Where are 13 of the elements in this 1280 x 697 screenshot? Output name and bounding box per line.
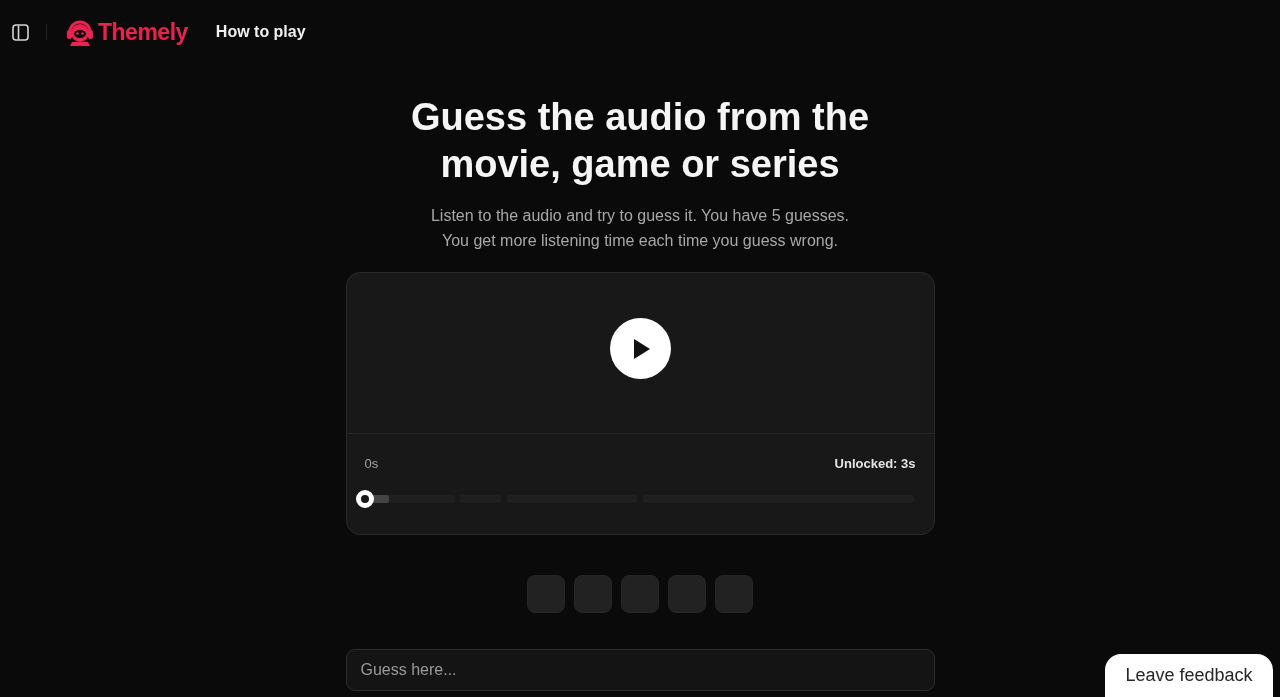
page-heading: Guess the audio from the movie, game or series bbox=[410, 95, 870, 187]
instructions-text: Listen to the audio and try to guess it. You have 5 guesses. You get more listening time each time you guess wrong. bbox=[430, 206, 850, 251]
unlocked-time: Unlocked: 3s bbox=[834, 456, 916, 471]
guess-input-field[interactable]: Guess here... bbox=[345, 649, 935, 691]
elapsed-time: 0s bbox=[364, 456, 379, 471]
sidebar-toggle-icon[interactable] bbox=[12, 23, 29, 41]
how-to-play-link[interactable]: How to play bbox=[215, 20, 306, 44]
play-icon bbox=[634, 338, 650, 359]
slider-thumb[interactable] bbox=[355, 490, 374, 508]
brand-name: Themely bbox=[98, 17, 188, 47]
play-button[interactable] bbox=[609, 318, 671, 379]
leave-feedback-button[interactable]: Leave feedback bbox=[1105, 654, 1273, 697]
brand-logo-link[interactable]: Themely bbox=[66, 14, 188, 50]
